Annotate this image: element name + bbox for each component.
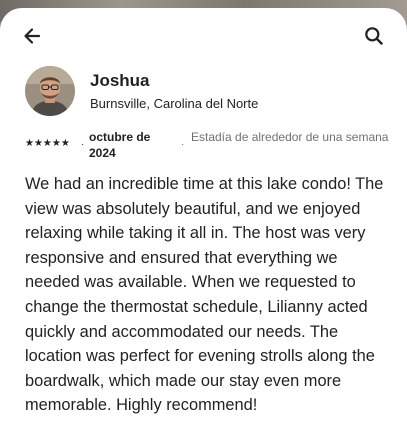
separator-dot: · (81, 139, 85, 150)
back-button[interactable] (16, 20, 48, 52)
review-meta: ★★★★★ · octubre de 2024 · Estadía de alr… (25, 127, 395, 163)
reviewer-location: Burnsville, Carolina del Norte (90, 96, 259, 111)
star-rating: ★★★★★ (25, 138, 70, 149)
review-sheet: Joshua Burnsville, Carolina del Norte ★★… (0, 8, 407, 439)
search-icon (365, 27, 383, 45)
arrow-left-icon (24, 28, 41, 44)
stay-length: Estadía de alrededor de una semana (191, 130, 389, 144)
avatar-photo (25, 66, 75, 116)
separator-dot: · (181, 139, 185, 150)
search-button[interactable] (358, 20, 390, 52)
reviewer-name: Joshua (90, 71, 150, 90)
review-text: We had an incredible time at this lake c… (25, 175, 384, 415)
reviewer-header: Joshua Burnsville, Carolina del Norte (25, 66, 385, 118)
avatar[interactable] (25, 66, 75, 116)
review-date: octubre de 2024 (89, 130, 151, 160)
top-bar (0, 8, 407, 64)
